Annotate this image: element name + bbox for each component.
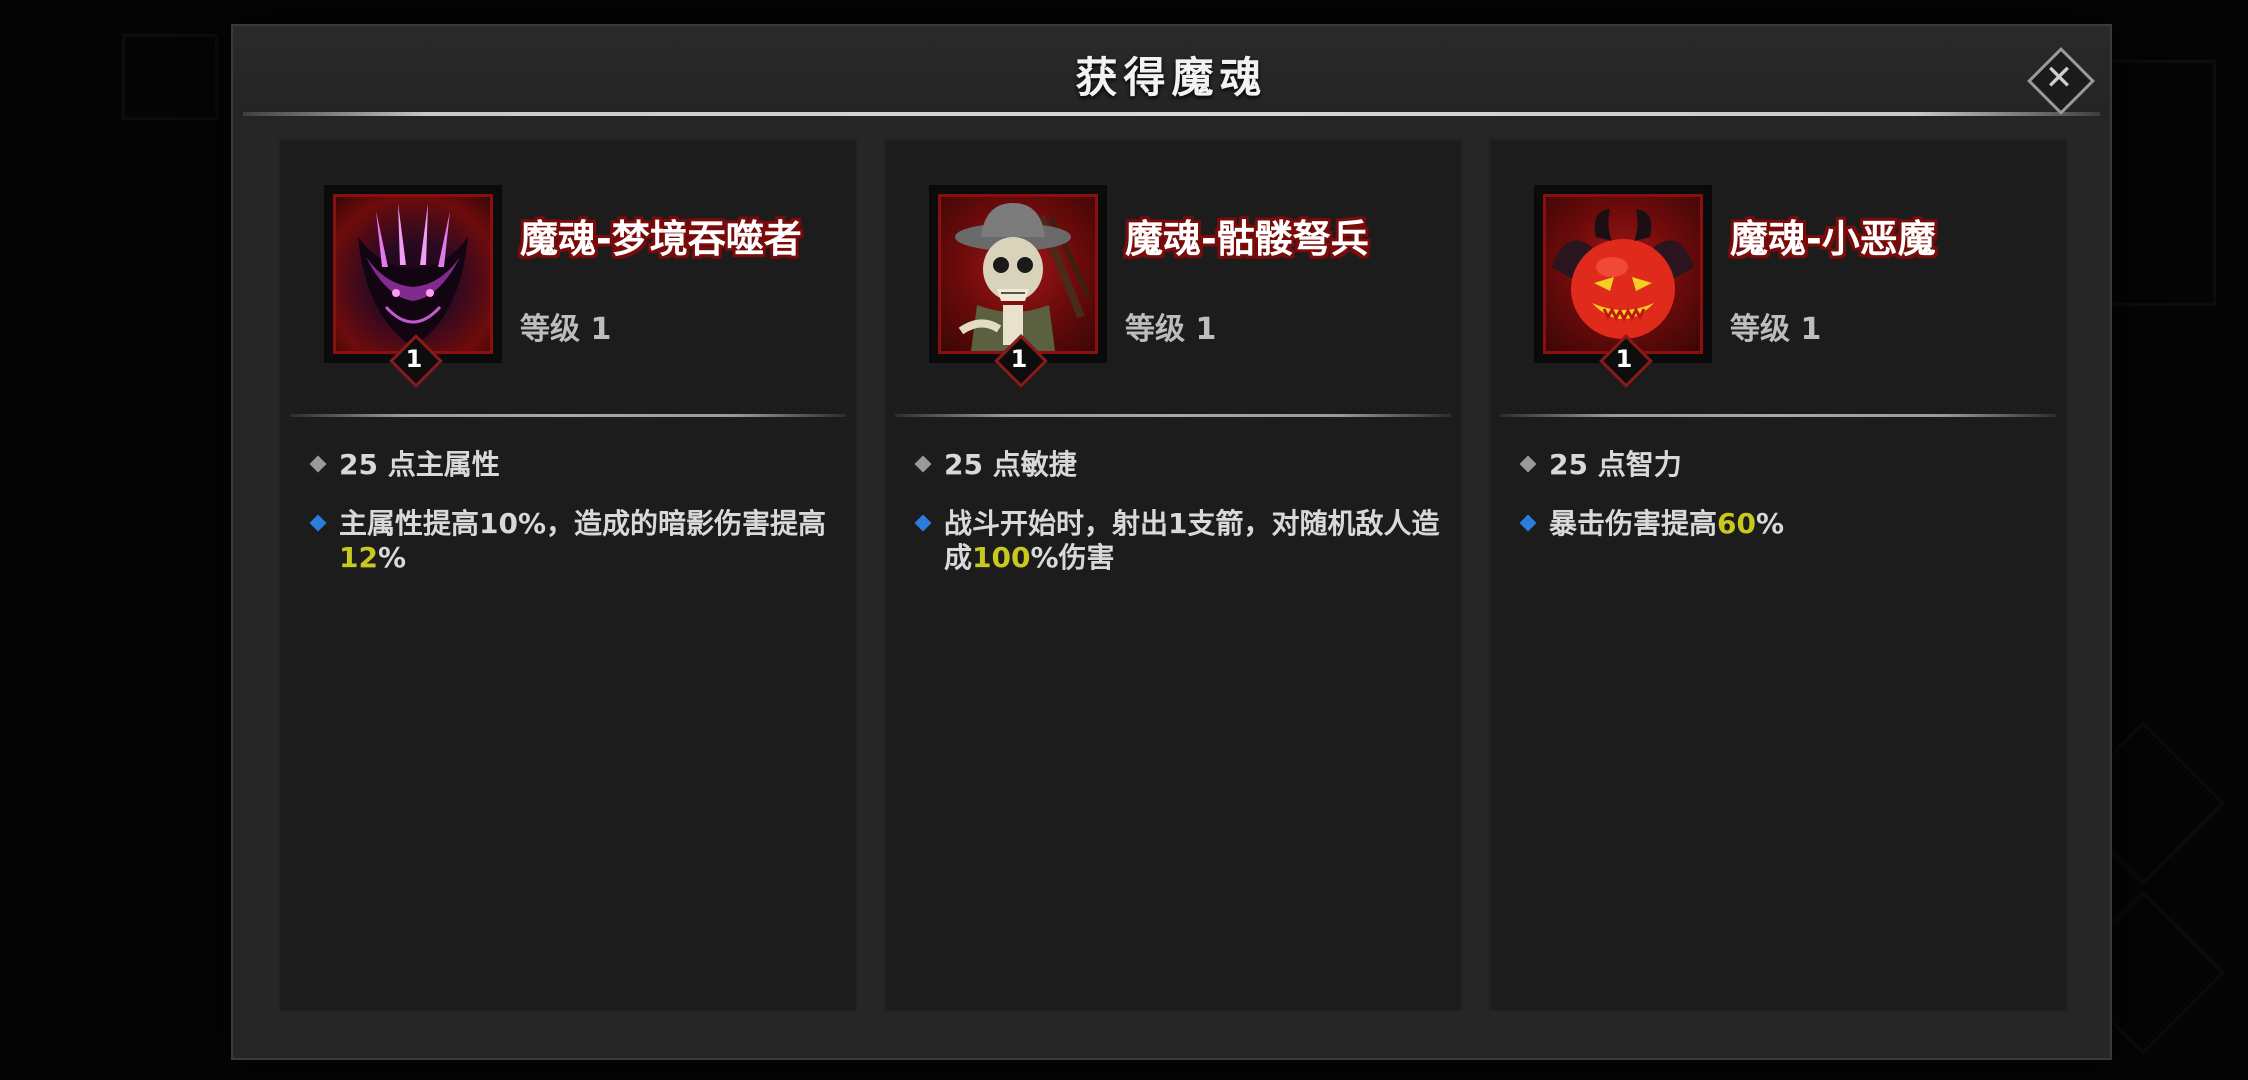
imp-icon xyxy=(1552,209,1694,339)
level-badge: 1 xyxy=(389,334,443,388)
portrait-frame xyxy=(1543,194,1703,354)
background-slot xyxy=(122,34,218,120)
effect-text-suffix: % xyxy=(1755,507,1785,540)
soul-card[interactable]: 1 魔魂-小恶魔 等级 1 25 点智力 暴击伤害提高60% xyxy=(1488,138,2068,1012)
stat-bonus-text: 25 点主属性 xyxy=(339,448,500,481)
soul-level: 等级 1 xyxy=(520,312,612,347)
header-divider xyxy=(243,112,2100,116)
skeleton-crossbowman-icon xyxy=(955,203,1092,351)
soul-card[interactable]: 1 魔魂-骷髅弩兵 等级 1 25 点敏捷 战斗开始时，射出1支箭，对随机敌人造… xyxy=(883,138,1463,1012)
background-panel xyxy=(2100,60,2216,306)
effect-text: 主属性提高10%，造成的暗影伤害提高12% xyxy=(339,507,840,575)
soul-card[interactable]: 1 魔魂-梦境吞噬者 等级 1 25 点主属性 主属性提高10%，造成的暗影伤害… xyxy=(278,138,858,1012)
blue-diamond-bullet-icon xyxy=(1519,514,1537,532)
dialog-title: 获得魔魂 xyxy=(1075,53,1268,102)
grey-diamond-bullet-icon xyxy=(309,455,327,473)
stat-bonus: 25 点敏捷 xyxy=(914,448,1445,482)
level-badge: 1 xyxy=(994,334,1048,388)
effect-value: 12 xyxy=(339,541,378,574)
effect-value: 60 xyxy=(1717,507,1756,540)
level-badge: 1 xyxy=(1599,334,1653,388)
card-divider xyxy=(895,414,1451,417)
portrait-frame xyxy=(938,194,1098,354)
stat-bonus-text: 25 点敏捷 xyxy=(944,448,1077,481)
soul-reward-dialog: 获得魔魂 ✕ 1 魔魂-梦境吞噬者 等级 1 25 点主属性 主属性提高10%，… xyxy=(231,24,2112,1060)
level-badge-number: 1 xyxy=(1615,345,1633,373)
portrait-frame xyxy=(333,194,493,354)
soul-level: 等级 1 xyxy=(1730,312,1822,347)
effect-text-prefix: 主属性提高10%，造成的暗影伤害提高 xyxy=(339,507,827,540)
soul-name: 魔魂-骷髅弩兵 xyxy=(1125,217,1369,261)
stat-bonus-text: 25 点智力 xyxy=(1549,448,1682,481)
close-icon: ✕ xyxy=(2044,58,2074,98)
effect-description: 战斗开始时，射出1支箭，对随机敌人造成100%伤害 xyxy=(914,507,1445,575)
blue-diamond-bullet-icon xyxy=(309,514,327,532)
effect-text-suffix: %伤害 xyxy=(1030,541,1115,574)
soul-level: 等级 1 xyxy=(1125,312,1217,347)
effect-description: 暴击伤害提高60% xyxy=(1519,507,2050,541)
stat-bonus: 25 点主属性 xyxy=(309,448,840,482)
effect-description: 主属性提高10%，造成的暗影伤害提高12% xyxy=(309,507,840,575)
soul-portrait: 1 xyxy=(1534,185,1712,388)
card-divider xyxy=(1500,414,2056,417)
soul-name: 魔魂-梦境吞噬者 xyxy=(520,217,802,261)
level-badge-number: 1 xyxy=(1010,345,1028,373)
effect-text-suffix: % xyxy=(377,541,407,574)
card-divider xyxy=(290,414,846,417)
effect-value: 100 xyxy=(972,541,1031,574)
close-button[interactable]: ✕ xyxy=(2027,47,2095,115)
grey-diamond-bullet-icon xyxy=(1519,455,1537,473)
dialog-header: 获得魔魂 ✕ xyxy=(233,26,2110,118)
effect-text-prefix: 暴击伤害提高 xyxy=(1549,507,1718,540)
effect-text: 战斗开始时，射出1支箭，对随机敌人造成100%伤害 xyxy=(944,507,1445,575)
soul-portrait: 1 xyxy=(929,185,1107,388)
effect-text: 暴击伤害提高60% xyxy=(1549,507,2050,541)
soul-name: 魔魂-小恶魔 xyxy=(1730,217,1936,261)
soul-portrait: 1 xyxy=(324,185,502,388)
stat-bonus: 25 点智力 xyxy=(1519,448,2050,482)
grey-diamond-bullet-icon xyxy=(914,455,932,473)
level-badge-number: 1 xyxy=(405,345,423,373)
blue-diamond-bullet-icon xyxy=(914,514,932,532)
shadow-dragon-icon xyxy=(358,203,468,347)
